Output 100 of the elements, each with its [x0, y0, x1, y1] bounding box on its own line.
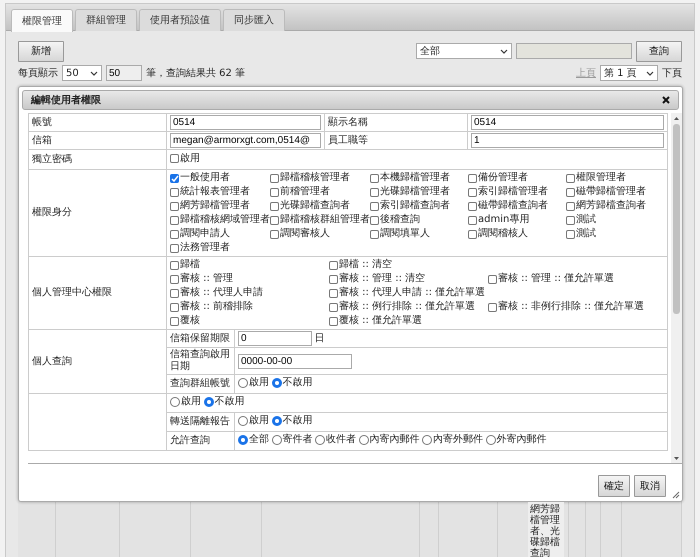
checkbox[interactable]	[566, 202, 575, 210]
checkbox[interactable]	[329, 316, 338, 326]
checkbox-label: 審核 :: 管理 :: 清空	[339, 273, 426, 285]
filter-select[interactable]: 全部	[416, 43, 512, 59]
checkbox[interactable]	[170, 188, 179, 196]
radio-button[interactable]	[315, 435, 325, 445]
page-select[interactable]: 第 1 頁	[600, 65, 658, 81]
checkbox[interactable]	[170, 216, 179, 224]
checkbox[interactable]	[170, 316, 179, 326]
radio-button[interactable]	[358, 435, 368, 445]
input-field[interactable]: 0000-00-00	[238, 354, 352, 368]
checkbox[interactable]	[270, 188, 279, 196]
checkbox-label: 啟用	[180, 152, 200, 165]
radio-button[interactable]	[486, 435, 496, 445]
dialog-button[interactable]: 確定	[598, 475, 630, 497]
checkbox[interactable]	[329, 260, 338, 270]
checkbox[interactable]	[270, 174, 279, 182]
checkbox[interactable]	[370, 202, 379, 210]
checkbox[interactable]	[468, 216, 477, 224]
radio-label: 寄件者	[282, 434, 312, 446]
checkbox[interactable]	[370, 216, 379, 224]
input-field[interactable]: 1	[471, 133, 664, 148]
checkbox-label: 光碟歸檔管理者	[380, 186, 450, 198]
checkbox[interactable]	[566, 174, 575, 182]
caret-icon	[646, 70, 654, 76]
input-field[interactable]: 0514	[170, 115, 321, 130]
radio-label: 啟用	[249, 415, 269, 427]
checkbox[interactable]	[270, 216, 279, 224]
checkbox[interactable]	[370, 230, 379, 238]
input-field[interactable]: megan@armorxgt.com,0514@	[170, 133, 321, 148]
checkbox-label: 測試	[576, 214, 596, 226]
field-label: 信箱查詢啟用日期	[166, 348, 234, 374]
radio-button[interactable]	[204, 397, 214, 407]
radio-button[interactable]	[170, 397, 180, 407]
checkbox[interactable]	[170, 230, 179, 238]
radio-button[interactable]	[238, 378, 248, 388]
checkbox[interactable]	[468, 202, 477, 210]
field-label: 個人查詢	[28, 330, 166, 394]
checkbox[interactable]	[468, 174, 477, 182]
tab[interactable]: 群組管理	[75, 9, 137, 31]
radio-label: 收件者	[326, 434, 356, 446]
table-cell: 網芳歸檔管理者、光碟歸檔查詢	[528, 502, 564, 557]
checkbox[interactable]	[170, 302, 179, 312]
checkbox[interactable]	[468, 188, 477, 196]
checkbox[interactable]	[329, 302, 338, 312]
radio-button[interactable]	[272, 378, 282, 388]
checkbox[interactable]	[170, 202, 179, 210]
field-label: 信箱	[28, 132, 166, 150]
checkbox[interactable]	[566, 216, 575, 224]
radio-label: 不啟用	[214, 396, 244, 408]
checkbox-label: 審核 :: 管理 :: 僅允許單選	[498, 273, 614, 285]
tab[interactable]: 同步匯入	[223, 9, 285, 31]
add-button[interactable]: 新增	[18, 40, 64, 62]
checkbox[interactable]	[170, 244, 179, 252]
checkbox[interactable]	[170, 260, 179, 270]
field-label: 權限身分	[28, 170, 166, 256]
checkbox[interactable]	[170, 154, 179, 164]
field-label: 獨立密碼	[28, 150, 166, 170]
checkbox[interactable]	[370, 188, 379, 196]
radio-button[interactable]	[272, 416, 282, 426]
tab[interactable]: 使用者預設值	[139, 9, 221, 31]
input-field[interactable]: 0	[238, 331, 312, 346]
checkbox[interactable]	[329, 274, 338, 284]
next-page-link[interactable]: 下頁	[662, 66, 682, 80]
checkbox[interactable]	[468, 230, 477, 238]
checkbox[interactable]	[270, 230, 279, 238]
checkbox[interactable]	[329, 288, 338, 298]
search-button[interactable]: 查詢	[636, 40, 682, 62]
input-field[interactable]: 0514	[471, 115, 664, 130]
checkbox[interactable]	[488, 302, 497, 312]
radio-button[interactable]	[238, 416, 248, 426]
checkbox-label: 調閱稽核人	[478, 228, 528, 240]
checkbox-label: 權限管理者	[576, 172, 626, 184]
dialog-button[interactable]: 取消	[634, 475, 666, 497]
per-page-select[interactable]: 50	[62, 65, 102, 81]
checkbox-label: 一般使用者	[180, 172, 230, 184]
checkbox-label: 索引歸檔管理者	[478, 186, 548, 198]
checkbox[interactable]	[370, 174, 379, 182]
tab[interactable]: 權限管理	[11, 9, 73, 32]
radio-label: 內寄外郵件	[433, 434, 483, 446]
checkbox[interactable]	[270, 202, 279, 210]
checkbox[interactable]	[488, 274, 497, 284]
checkbox[interactable]	[170, 274, 179, 284]
close-icon[interactable]	[662, 96, 670, 104]
field-label: 轉送隔離報告	[166, 412, 234, 432]
checkbox-label: 覆核 :: 僅允許單選	[339, 315, 422, 327]
field-label: 查詢群組帳號	[166, 374, 234, 394]
resize-grip-icon[interactable]	[672, 491, 680, 499]
radio-button[interactable]	[238, 435, 248, 445]
checkbox[interactable]	[566, 188, 575, 196]
checkbox[interactable]	[170, 288, 179, 298]
checkbox-label: 歸檔稽核群組管理者	[280, 214, 370, 226]
checkbox[interactable]	[566, 230, 575, 238]
radio-button[interactable]	[272, 435, 282, 445]
per-page-field[interactable]: 50	[106, 65, 142, 81]
checkbox[interactable]	[170, 174, 179, 182]
search-field[interactable]	[516, 43, 632, 59]
radio-button[interactable]	[422, 435, 432, 445]
radio-label: 啟用	[181, 396, 201, 408]
checkbox-label: 磁帶歸檔管理者	[576, 186, 646, 198]
